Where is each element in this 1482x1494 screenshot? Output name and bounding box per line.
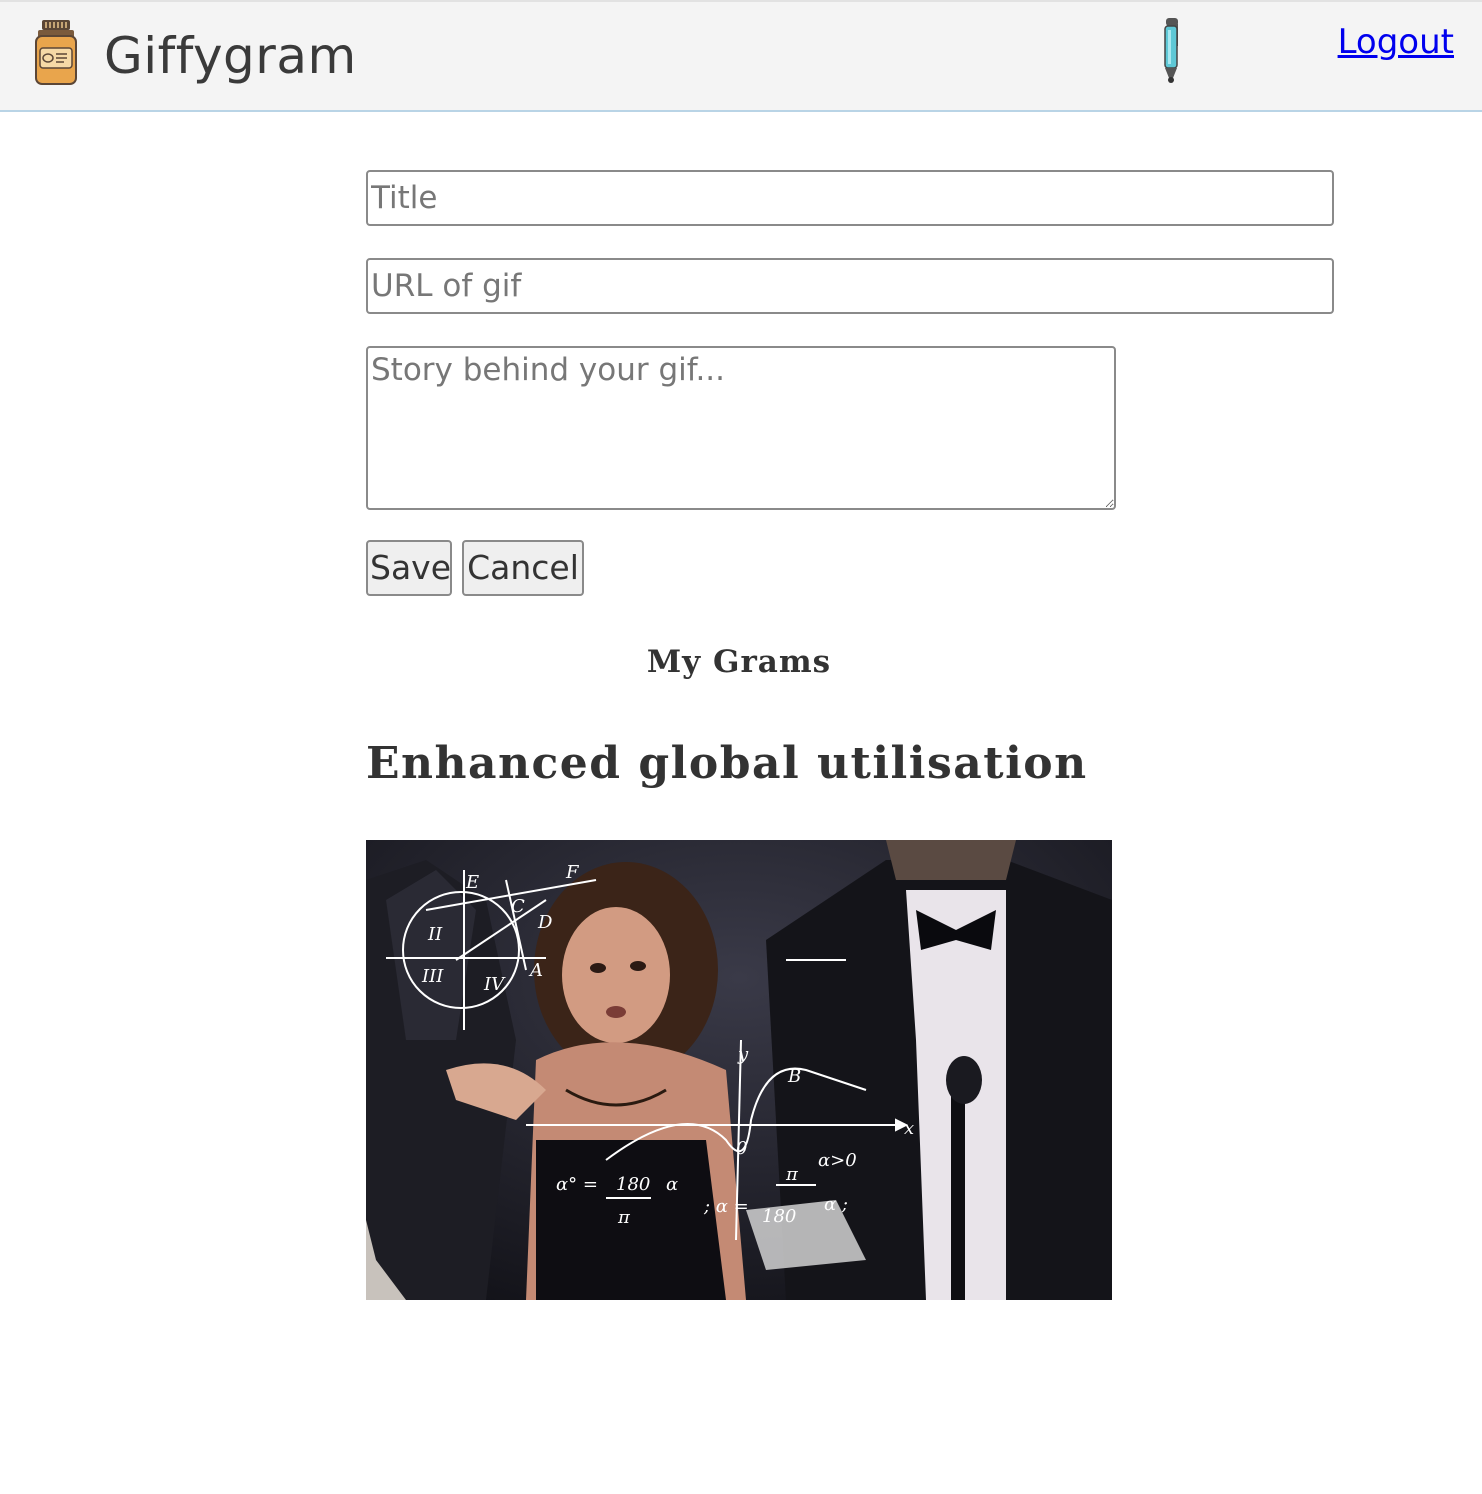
svg-text:III: III [421,966,444,987]
svg-text:180: 180 [762,1206,796,1227]
logout-link[interactable]: Logout [1338,20,1454,64]
svg-text:α ;: α ; [824,1194,848,1215]
svg-text:0: 0 [736,1138,747,1159]
svg-text:A: A [528,960,543,981]
svg-text:x: x [904,1118,914,1139]
svg-text:II: II [427,924,443,945]
svg-text:y: y [737,1044,749,1065]
svg-text:D: D [537,912,553,933]
gif-url-input[interactable] [366,258,1334,314]
navbar: Giffygram Logout [0,0,1482,112]
brand-name: Giffygram [104,27,357,85]
title-input[interactable] [366,170,1334,226]
pen-icon[interactable] [1158,16,1186,86]
svg-text:; α =: ; α = [703,1196,749,1217]
svg-text:π: π [785,1164,799,1185]
jar-icon[interactable] [34,18,78,86]
cancel-button[interactable]: Cancel [462,540,584,596]
save-button[interactable]: Save [366,540,452,596]
svg-text:π: π [617,1207,631,1228]
post-gif: E F C D II III IV A y B x 0 α° = 180 π α… [366,840,1112,1300]
math-lady-gif-image: E F C D II III IV A y B x 0 α° = 180 π α… [366,840,1112,1300]
svg-text:α° =: α° = [556,1174,598,1195]
svg-text:IV: IV [483,974,506,995]
svg-text:F: F [565,862,580,883]
story-textarea[interactable] [366,346,1116,510]
svg-text:180: 180 [616,1174,650,1195]
svg-text:α>0: α>0 [818,1150,857,1171]
svg-text:α: α [666,1174,678,1195]
svg-text:C: C [511,896,525,917]
svg-text:B: B [787,1066,801,1087]
post-title: Enhanced global utilisation [366,738,1088,789]
svg-text:E: E [465,872,479,893]
my-grams-heading: My Grams [646,644,832,680]
